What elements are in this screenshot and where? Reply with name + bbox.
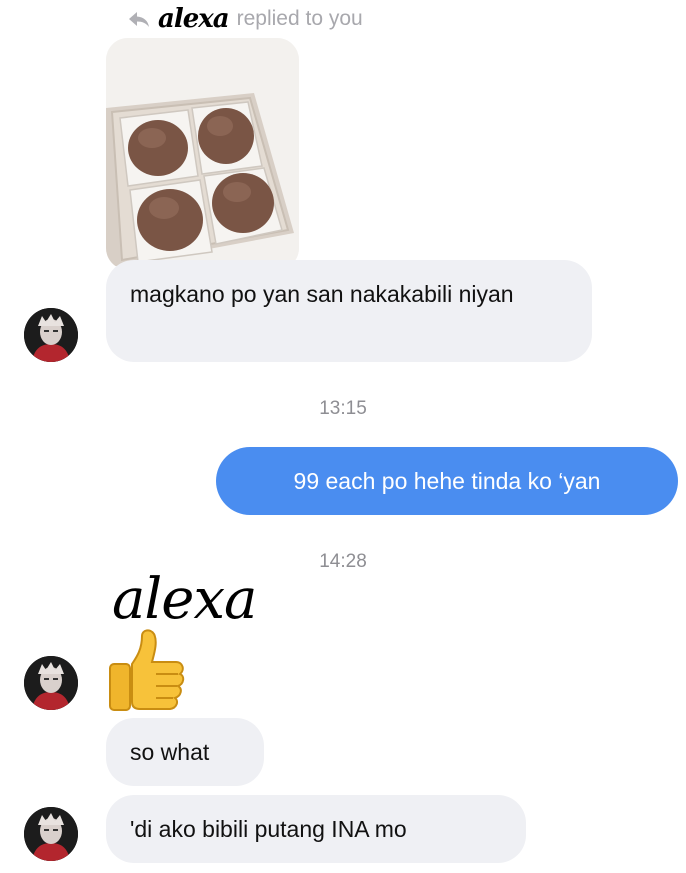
message-text: so what [130, 739, 210, 765]
avatar-image [24, 807, 78, 861]
message-text: 'di ako bibili putang INA mo [130, 816, 407, 842]
message-bubble-incoming[interactable]: 'di ako bibili putang INA mo [106, 795, 526, 863]
reply-header: alexa replied to you [128, 3, 363, 35]
avatar[interactable] [24, 656, 78, 710]
truffles-image [106, 38, 299, 270]
sender-name: alexa [112, 567, 257, 632]
message-text: magkano po yan san nakakabili niyan [130, 281, 514, 307]
message-bubble-incoming[interactable]: so what [106, 718, 264, 786]
thumbs-up-icon [109, 629, 185, 711]
reply-sender-name: alexa [158, 4, 230, 34]
avatar[interactable] [24, 807, 78, 861]
avatar-image [24, 308, 78, 362]
timestamp: 13:15 [319, 398, 367, 419]
message-bubble-outgoing[interactable]: 99 each po hehe tinda ko ‘yan [216, 447, 678, 515]
reply-arrow-icon [129, 12, 149, 27]
reply-label: replied to you [236, 7, 363, 30]
replied-photo[interactable] [106, 38, 299, 270]
message-bubble-incoming[interactable]: magkano po yan san nakakabili niyan [106, 260, 592, 362]
avatar-image [24, 656, 78, 710]
avatar[interactable] [24, 308, 78, 362]
message-text: 99 each po hehe tinda ko ‘yan [293, 468, 601, 494]
timestamp: 14:28 [319, 551, 367, 572]
thumbs-up-emoji[interactable] [106, 628, 186, 719]
